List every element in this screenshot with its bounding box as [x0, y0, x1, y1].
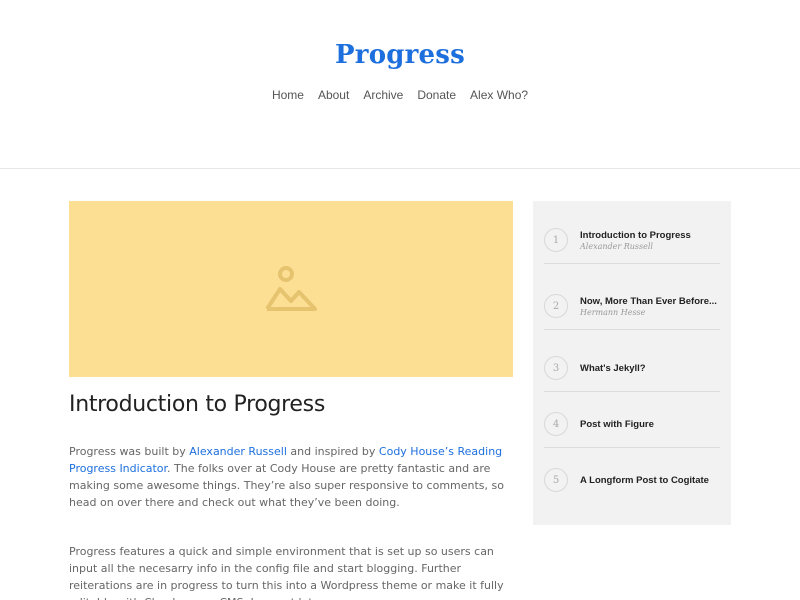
item-number: 2 [544, 294, 568, 318]
item-title: Post with Figure [580, 418, 654, 430]
nav-donate[interactable]: Donate [417, 88, 456, 102]
item-number: 5 [544, 468, 568, 492]
item-title: Introduction to Progress [580, 229, 691, 241]
item-number: 3 [544, 356, 568, 380]
nav-about[interactable]: About [318, 88, 349, 102]
item-author: Alexander Russell [580, 241, 653, 251]
item-number: 1 [544, 228, 568, 252]
nav-alex-who[interactable]: Alex Who? [470, 88, 528, 102]
author-link[interactable]: Alexander Russell [189, 445, 287, 458]
item-author: Hermann Hesse [580, 307, 646, 317]
nav-home[interactable]: Home [272, 88, 304, 102]
text: Progress was built by [69, 445, 190, 458]
site-title[interactable]: Progress [0, 40, 800, 70]
sidebar-item-2[interactable]: 2 Now, More Than Ever Before... Hermann … [544, 294, 720, 330]
item-number: 4 [544, 412, 568, 436]
main-nav: Home About Archive Donate Alex Who? [0, 88, 800, 102]
item-title: Now, More Than Ever Before... [580, 295, 717, 307]
post-paragraph-2: Progress features a quick and simple env… [69, 545, 504, 600]
item-title: A Longform Post to Cogitate [580, 474, 709, 486]
hero-image-placeholder [69, 201, 513, 377]
post-paragraph-1: Progress was built by Alexander Russell … [69, 443, 513, 511]
sidebar-item-5[interactable]: 5 A Longform Post to Cogitate [544, 468, 720, 492]
item-title: What's Jekyll? [580, 362, 646, 374]
sidebar-item-4[interactable]: 4 Post with Figure [544, 412, 720, 448]
post-list-sidebar: 1 Introduction to Progress Alexander Rus… [533, 201, 731, 525]
nav-archive[interactable]: Archive [363, 88, 403, 102]
post-title: Introduction to Progress [69, 392, 325, 417]
image-placeholder-icon [265, 266, 317, 311]
sidebar-item-1[interactable]: 1 Introduction to Progress Alexander Rus… [544, 228, 720, 264]
text: and inspired by [286, 445, 379, 458]
sidebar-item-3[interactable]: 3 What's Jekyll? [544, 356, 720, 392]
site-header: Progress Home About Archive Donate Alex … [0, 0, 800, 169]
